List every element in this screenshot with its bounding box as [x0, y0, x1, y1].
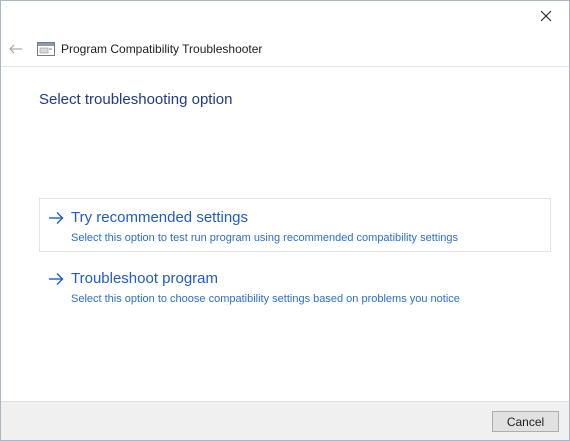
option-try-recommended-settings[interactable]: Try recommended settings Select this opt…	[39, 198, 551, 252]
arrow-right-icon	[49, 273, 64, 285]
option-troubleshoot-program[interactable]: Troubleshoot program Select this option …	[39, 259, 551, 313]
cancel-button[interactable]: Cancel	[492, 411, 559, 432]
option-title: Troubleshoot program	[71, 270, 219, 287]
option-description: Select this option to choose compatibili…	[71, 293, 460, 305]
navigation-bar: Program Compatibility Troubleshooter	[1, 32, 569, 67]
title-bar	[1, 1, 569, 31]
main-content: Select troubleshooting option Try recomm…	[1, 67, 569, 402]
option-description: Select this option to test run program u…	[71, 232, 459, 244]
program-compatibility-icon	[37, 42, 55, 56]
close-button[interactable]	[523, 1, 569, 31]
close-icon	[540, 10, 552, 22]
arrow-right-icon	[49, 212, 64, 224]
page-heading: Select troubleshooting option	[39, 91, 233, 108]
option-title: Try recommended settings	[71, 209, 249, 226]
troubleshooter-window: Program Compatibility Troubleshooter Sel…	[0, 0, 570, 441]
back-button[interactable]	[1, 34, 31, 64]
window-title: Program Compatibility Troubleshooter	[61, 42, 263, 56]
footer-bar: Cancel	[1, 401, 569, 440]
back-arrow-icon	[9, 44, 22, 54]
